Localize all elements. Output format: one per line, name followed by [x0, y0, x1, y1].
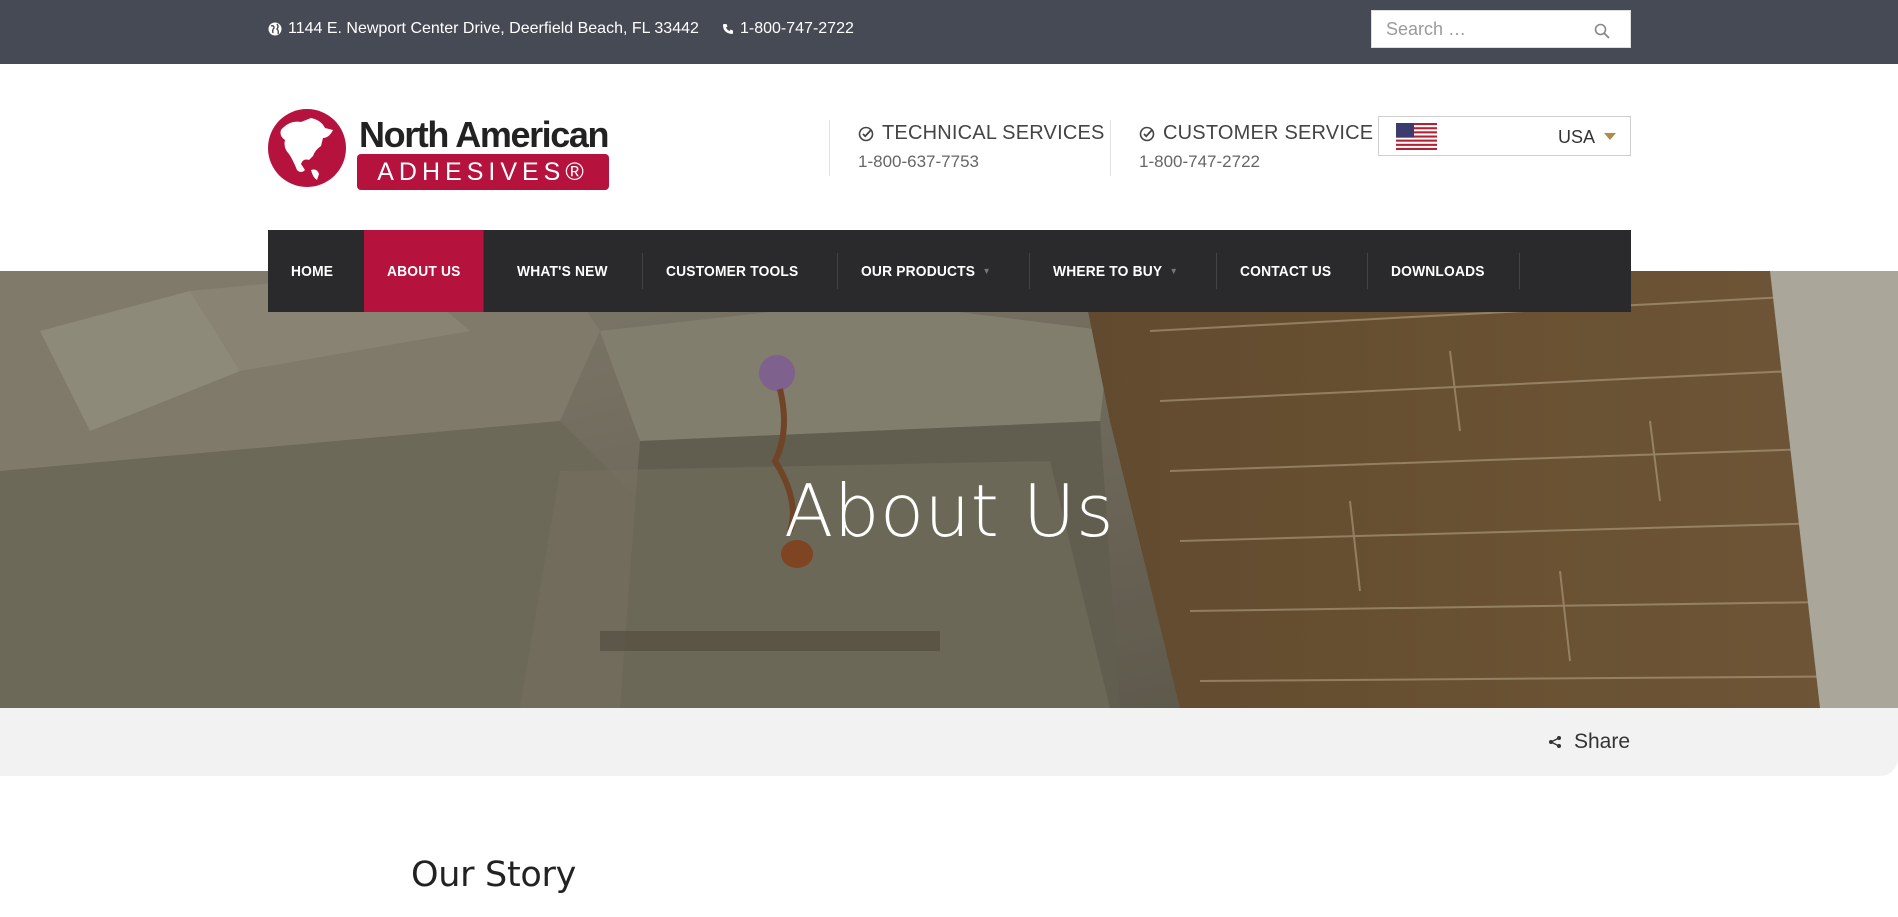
- chevron-down-icon: ▼: [1170, 266, 1179, 276]
- address: 1144 E. Newport Center Drive, Deerfield …: [268, 20, 699, 38]
- search-input[interactable]: [1372, 18, 1582, 40]
- technical-services[interactable]: TECHNICAL SERVICES 1-800-637-7753: [858, 122, 1105, 172]
- technical-services-title: TECHNICAL SERVICES: [858, 122, 1105, 145]
- divider: [829, 120, 830, 176]
- technical-services-number[interactable]: 1-800-637-7753: [858, 152, 1105, 172]
- nav-our-products-label: OUR PRODUCTS: [861, 262, 976, 280]
- main-navigation: HOME ABOUT US WHAT'S NEW CUSTOMER TOOLS …: [268, 230, 1631, 312]
- nav-whats-new[interactable]: WHAT'S NEW: [494, 230, 631, 312]
- share-button[interactable]: Share: [1548, 730, 1630, 754]
- country-selected: USA: [1558, 127, 1596, 147]
- customer-service[interactable]: CUSTOMER SERVICE 1-800-747-2722: [1139, 122, 1373, 172]
- customer-service-label: CUSTOMER SERVICE: [1163, 122, 1374, 144]
- top-phone[interactable]: 1-800-747-2722: [722, 20, 854, 38]
- us-flag-icon: [1396, 123, 1437, 150]
- country-selector[interactable]: USA: [1378, 116, 1631, 156]
- nav-about-us[interactable]: ABOUT US: [363, 230, 484, 312]
- nav-about-us-label: ABOUT US: [386, 262, 461, 280]
- chevron-down-icon: [1604, 133, 1616, 140]
- technical-services-label: TECHNICAL SERVICES: [882, 122, 1105, 144]
- nav-whats-new-label: WHAT'S NEW: [516, 262, 608, 280]
- check-circle-icon: [858, 126, 874, 141]
- site-logo[interactable]: North American ADHESIVES®: [267, 108, 612, 190]
- nav-divider: [1519, 253, 1521, 289]
- share-icon: [1549, 736, 1561, 748]
- hero-banner: About Us: [0, 271, 1898, 708]
- logo-text-primary: North American: [359, 114, 610, 155]
- search-box[interactable]: [1371, 10, 1631, 48]
- nav-home-label: HOME: [291, 262, 334, 280]
- address-text: 1144 E. Newport Center Drive, Deerfield …: [288, 20, 699, 37]
- globe-logo-icon: [268, 109, 346, 187]
- top-phone-text: 1-800-747-2722: [740, 20, 854, 37]
- nav-our-products[interactable]: OUR PRODUCTS ▼: [838, 230, 1014, 312]
- nav-customer-tools[interactable]: CUSTOMER TOOLS: [643, 230, 821, 312]
- logo-text-secondary: ADHESIVES®: [357, 154, 609, 190]
- share-label: Share: [1574, 730, 1631, 753]
- nav-contact-us-label: CONTACT US: [1240, 262, 1332, 280]
- chevron-down-icon: ▼: [982, 266, 992, 276]
- check-circle-icon: [1139, 126, 1155, 141]
- section-heading: Our Story: [411, 855, 577, 895]
- share-bar: Share: [0, 708, 1898, 776]
- phone-icon: [723, 24, 733, 34]
- nav-contact-us[interactable]: CONTACT US: [1217, 230, 1354, 312]
- nav-downloads-label: DOWNLOADS: [1390, 262, 1485, 280]
- globe-icon: [268, 22, 282, 36]
- nav-where-to-buy-label: WHERE TO BUY: [1053, 262, 1163, 280]
- nav-customer-tools-label: CUSTOMER TOOLS: [666, 262, 799, 280]
- top-bar: 1144 E. Newport Center Drive, Deerfield …: [0, 0, 1898, 64]
- customer-service-title: CUSTOMER SERVICE: [1139, 122, 1373, 145]
- customer-service-number[interactable]: 1-800-747-2722: [1139, 152, 1373, 172]
- nav-home[interactable]: HOME: [268, 230, 356, 312]
- nav-where-to-buy[interactable]: WHERE TO BUY ▼: [1030, 230, 1201, 312]
- nav-downloads[interactable]: DOWNLOADS: [1368, 230, 1508, 312]
- search-icon[interactable]: [1594, 23, 1610, 39]
- divider: [1110, 120, 1111, 176]
- page-title: About Us: [784, 469, 1114, 553]
